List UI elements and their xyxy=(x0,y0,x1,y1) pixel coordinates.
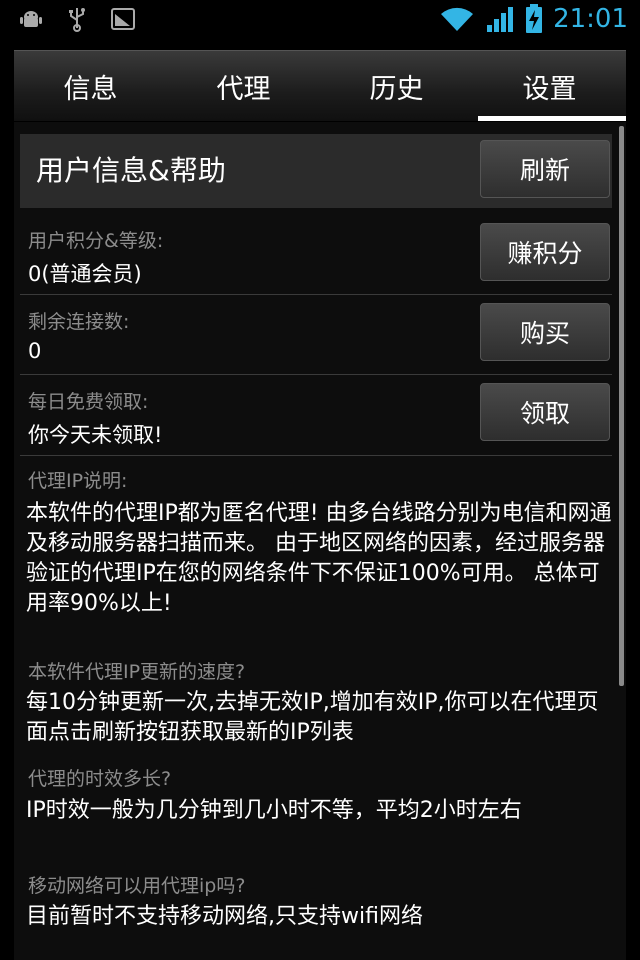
faq-question: 本软件代理IP更新的速度? xyxy=(28,661,246,683)
signal-icon xyxy=(487,7,514,32)
tab-history[interactable]: 历史 xyxy=(320,51,473,121)
settings-panel: 用户信息&帮助 刷新 用户积分&等级: 0(普通会员) 赚积分 剩余连接数: 0… xyxy=(14,122,626,960)
refresh-button[interactable]: 刷新 xyxy=(480,140,610,198)
tab-settings[interactable]: 设置 xyxy=(473,51,626,121)
section-title: 用户信息&帮助 xyxy=(36,154,226,187)
screenshot-icon xyxy=(111,8,135,30)
usb-icon xyxy=(69,8,85,32)
clock: 21:01 xyxy=(553,4,628,34)
earn-points-button[interactable]: 赚积分 xyxy=(480,223,610,281)
wifi-icon xyxy=(441,7,474,31)
status-bar: 21:01 xyxy=(0,0,640,38)
faq-question: 代理的时效多长? xyxy=(28,768,172,790)
tab-info[interactable]: 信息 xyxy=(14,51,167,121)
daily-free-label: 每日免费领取: xyxy=(28,391,149,413)
points-level-value: 0(普通会员) xyxy=(28,262,142,286)
scrollbar[interactable] xyxy=(619,126,624,686)
daily-free-value: 你今天未领取! xyxy=(28,423,163,447)
tab-proxy[interactable]: 代理 xyxy=(167,51,320,121)
faq-answer: 本软件的代理IP都为匿名代理! 由多台线路分别为电信和网通及移动服务器扫描而来。… xyxy=(26,501,612,616)
notification-icons xyxy=(18,6,136,32)
claim-button[interactable]: 领取 xyxy=(480,383,610,441)
remaining-connections-value: 0 xyxy=(28,339,42,363)
purchase-button[interactable]: 购买 xyxy=(480,303,610,361)
faq-answer: 每10分钟更新一次,去掉无效IP,增加有效IP,你可以在代理页面点击刷新按钮获取… xyxy=(26,690,599,745)
faq-question: 代理IP说明: xyxy=(28,470,128,492)
android-debug-icon xyxy=(20,11,42,27)
faq-answer: IP时效一般为几分钟到几小时不等，平均2小时左右 xyxy=(26,798,522,823)
faq-answer: 目前暂时不支持移动网络,只支持wifi网络 xyxy=(26,904,423,929)
faq-question: 移动网络可以用代理ip吗? xyxy=(28,875,246,897)
battery-charging-icon xyxy=(526,4,543,33)
divider xyxy=(20,374,612,375)
remaining-connections-label: 剩余连接数: xyxy=(28,311,130,333)
divider xyxy=(20,294,612,295)
divider xyxy=(20,455,612,456)
points-level-label: 用户积分&等级: xyxy=(28,230,164,252)
tab-bar: 信息 代理 历史 设置 xyxy=(14,50,626,121)
system-icons: 21:01 xyxy=(439,2,628,36)
